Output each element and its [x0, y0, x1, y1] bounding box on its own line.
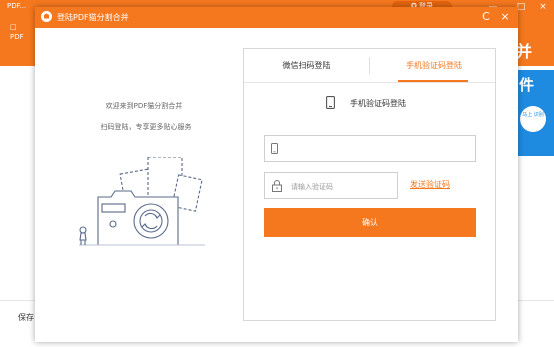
pdf-cat-logo-icon [41, 11, 52, 22]
welcome-text: 欢迎来到PDF猫分割合并 [105, 102, 183, 110]
app-close-icon[interactable]: × [534, 0, 552, 14]
camera-illustration [79, 157, 205, 246]
dialog-close-icon[interactable]: × [498, 9, 512, 25]
background-left-button-label: PDF [10, 33, 24, 41]
login-dialog: 登陆PDF猫分割合并 C × 欢迎来到PDF猫分割合并 扫码登陆，专享更多贴心服… [35, 7, 518, 342]
login-panel: 微信扫码登陆 手机验证码登陆 手机验证码登陆 请输入验证码 发送验证码 确认 [243, 48, 496, 321]
dialog-title: 登陆PDF猫分割合并 [57, 13, 129, 22]
lock-icon [272, 180, 282, 192]
tab-phone-login[interactable]: 手机验证码登陆 [394, 49, 474, 82]
refresh-icon[interactable]: C [479, 9, 493, 25]
background-promo-text: 件 [519, 76, 535, 94]
background-promo-banner[interactable]: 件 马上 识别 [516, 70, 554, 156]
background-app-title: PDF... [7, 2, 27, 10]
verification-code-input[interactable] [289, 177, 398, 196]
tab-divider [369, 57, 370, 74]
phone-login-heading-label: 手机验证码登陆 [350, 99, 406, 108]
dialog-header: 登陆PDF猫分割合并 C × [35, 7, 518, 28]
mobile-phone-icon [326, 96, 335, 109]
phone-field-icon [271, 143, 278, 154]
background-banner-text: 并 [516, 42, 533, 61]
active-tab-indicator [398, 80, 468, 82]
background-promo-badge: 马上 识别 [520, 106, 546, 132]
send-code-link[interactable]: 发送验证码 [410, 179, 450, 190]
verification-code-field[interactable] [264, 172, 398, 199]
login-tabs: 微信扫码登陆 手机验证码登陆 [244, 49, 495, 83]
phone-number-input[interactable] [285, 140, 474, 159]
phone-number-field[interactable] [264, 135, 476, 162]
background-left-button-icon: □ [10, 23, 17, 31]
background-save-label[interactable]: 保存 [18, 312, 34, 323]
background-left-button[interactable]: □ PDF [10, 22, 24, 42]
confirm-button[interactable]: 确认 [264, 208, 476, 237]
tab-wechat-login[interactable]: 微信扫码登陆 [254, 49, 359, 82]
slogan-text: 扫码登陆，专享更多贴心服务 [100, 123, 192, 131]
